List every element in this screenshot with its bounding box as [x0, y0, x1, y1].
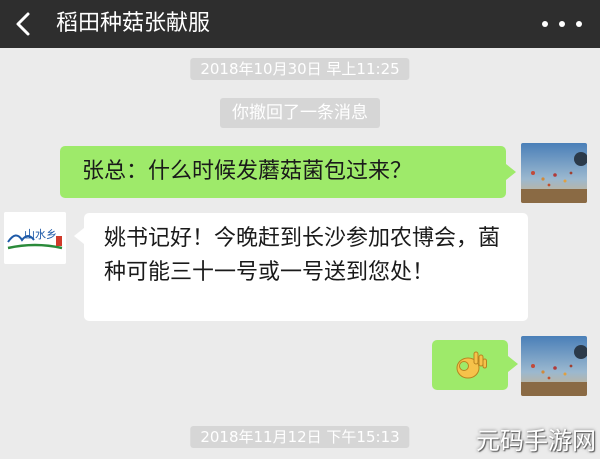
balloon-photo-icon	[521, 336, 587, 396]
recall-notice: 你撤回了一条消息	[220, 98, 380, 128]
chat-title: 稻田种菇张献服	[56, 11, 211, 36]
ok-hand-icon	[456, 351, 487, 379]
chat-header: 稻田种菇张献服	[0, 0, 600, 48]
avatar-self[interactable]	[521, 336, 587, 396]
sent-message-bubble[interactable]: 张总：什么时候发蘑菇菌包过来？	[60, 146, 506, 198]
contact-logo-text: 山水乡	[24, 228, 57, 241]
contact-logo-icon: 山水乡	[4, 212, 66, 264]
message-timestamp: 2018年11月12日 下午15:13	[190, 426, 410, 448]
bubble-tail	[506, 164, 516, 180]
message-timestamp: 2018年10月30日 早上11:25	[190, 58, 410, 80]
sent-message-text: 张总：什么时候发蘑菇菌包过来？	[82, 159, 413, 184]
site-watermark: 元码手游网	[476, 427, 596, 455]
received-message-text: 姚书记好！今晚赶到长沙参加农博会，菌种可能三十一号或一号送到您处！	[104, 226, 501, 285]
bubble-tail	[74, 228, 84, 244]
balloon-photo-icon	[521, 143, 587, 203]
bubble-tail	[508, 356, 518, 372]
received-message-bubble[interactable]: 姚书记好！今晚赶到长沙参加农博会，菌种可能三十一号或一号送到您处！	[84, 213, 528, 321]
avatar-self[interactable]	[521, 143, 587, 203]
more-dots-icon[interactable]	[542, 10, 582, 38]
sent-sticker-bubble[interactable]	[432, 340, 508, 390]
chevron-left-icon[interactable]	[12, 6, 36, 42]
avatar-contact[interactable]: 山水乡	[4, 212, 66, 264]
